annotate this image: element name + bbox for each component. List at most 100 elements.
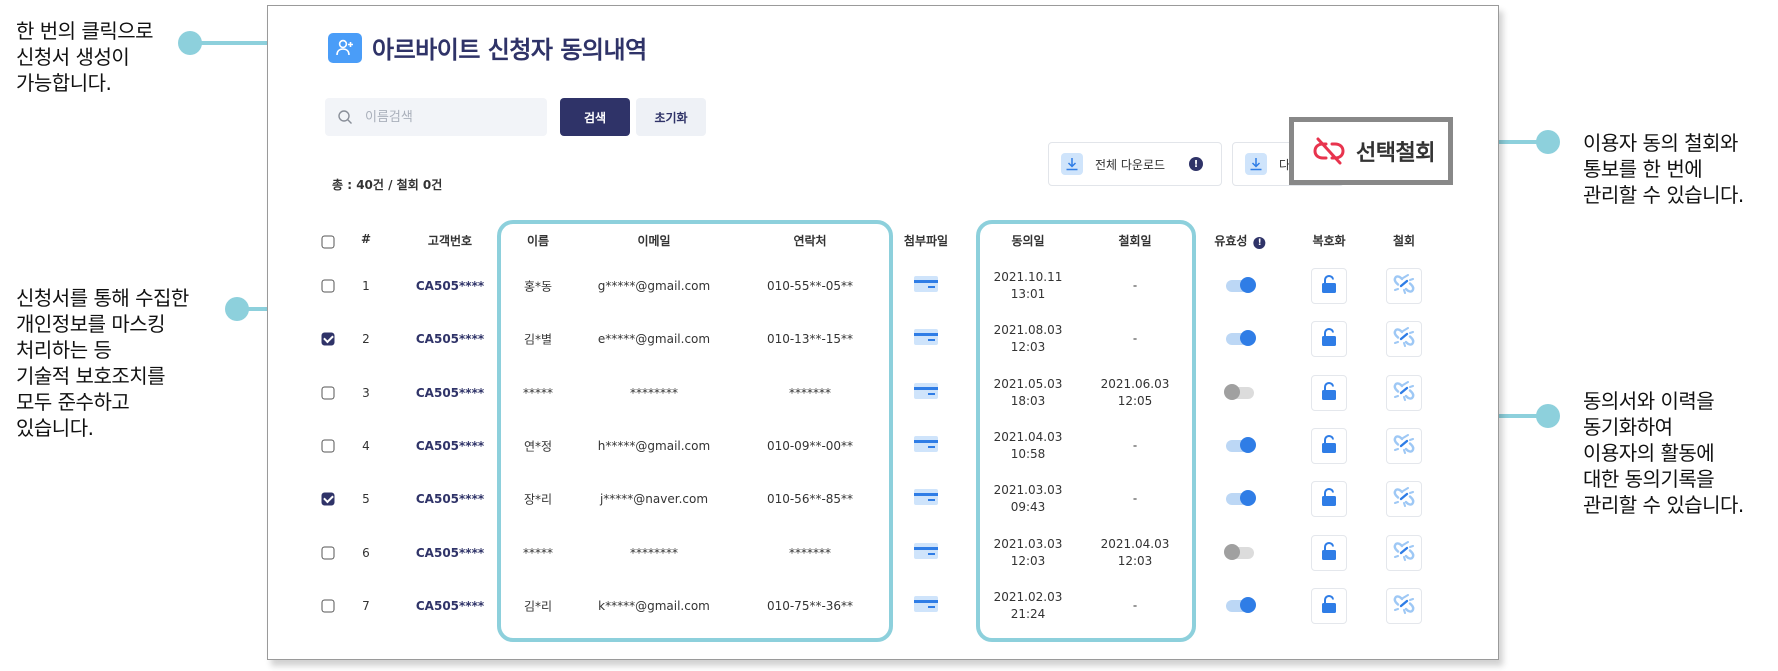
consent-time-text: 09:43 [1010, 500, 1046, 515]
search-input[interactable] [363, 108, 527, 126]
withdraw-date-text: 2021.04.03 [1100, 536, 1170, 551]
row-phone: 010-09**-00** [766, 438, 854, 453]
row-customer-no[interactable]: CA505**** [416, 386, 484, 400]
row-num: 1 [362, 279, 370, 293]
row-consent-date: 2021.08.03 12:03 [994, 322, 1063, 356]
row-checkbox[interactable] [321, 599, 335, 613]
header-validity-label: 유효성 [1214, 234, 1248, 248]
withdraw-button[interactable] [1386, 481, 1422, 518]
search-button[interactable]: 검색 [560, 98, 630, 136]
unlink-icon [1393, 486, 1415, 512]
attachment-card-icon[interactable] [913, 435, 939, 457]
consent-date-text: 2021.02.03 [993, 589, 1063, 604]
withdraw-button[interactable] [1386, 427, 1422, 464]
decrypt-button[interactable] [1311, 534, 1347, 571]
row-checkbox[interactable] [321, 546, 335, 559]
row-email: k*****@gmail.com [598, 598, 710, 613]
attachment-card-icon[interactable] [913, 488, 939, 510]
page-title-text: 아르바이트 신청자 동의내역 [372, 36, 647, 64]
validity-toggle[interactable] [1226, 330, 1256, 347]
withdraw-button[interactable] [1386, 374, 1422, 411]
row-checkbox[interactable] [321, 279, 335, 293]
app-window: 아르바이트 신청자 동의내역 검색 초기화 전체 다운로드 ! 다 선택철회 총… [267, 5, 1499, 660]
attachment-card-icon[interactable] [913, 275, 939, 297]
row-phone: 010-56**-85** [766, 492, 854, 507]
unlock-icon [1319, 327, 1339, 351]
attachment-card-icon[interactable] [913, 595, 939, 617]
row-customer-no[interactable]: CA505**** [416, 439, 484, 453]
row-checkbox[interactable] [321, 386, 335, 400]
header-email: 이메일 [637, 234, 671, 248]
row-phone: 010-55**-05** [766, 279, 854, 293]
note-top-left: 한 번의 클릭으로 신청서 생성이 가능합니다. [16, 19, 154, 95]
decrypt-button[interactable] [1311, 481, 1347, 518]
withdraw-button[interactable] [1386, 534, 1422, 571]
download-all-button[interactable]: 전체 다운로드 ! [1048, 142, 1222, 186]
row-checkbox[interactable] [321, 439, 335, 453]
decrypt-button[interactable] [1311, 321, 1347, 358]
unlock-icon [1319, 487, 1339, 511]
validity-toggle[interactable] [1226, 436, 1256, 453]
decrypt-button[interactable] [1311, 587, 1347, 624]
row-customer-no[interactable]: CA505**** [416, 599, 484, 613]
consent-date-text: 2021.08.03 [993, 323, 1063, 338]
info-icon: ! [1253, 237, 1266, 249]
validity-toggle[interactable] [1226, 596, 1256, 613]
unlink-icon [1393, 380, 1415, 406]
download-icon [1061, 153, 1083, 175]
selected-withdraw-button[interactable]: 선택철회 [1289, 117, 1453, 185]
row-withdraw-date: - [1133, 437, 1137, 454]
withdraw-date-text: 2021.06.03 [1100, 376, 1170, 391]
withdraw-button[interactable] [1386, 587, 1422, 624]
row-consent-date: 2021.02.03 21:24 [994, 589, 1063, 623]
toggle-knob [1224, 543, 1240, 560]
toggle-knob [1240, 490, 1256, 507]
validity-toggle[interactable] [1224, 383, 1254, 400]
row-num: 6 [362, 545, 370, 560]
decrypt-button[interactable] [1311, 268, 1347, 304]
reset-button[interactable]: 초기화 [636, 98, 706, 136]
validity-toggle[interactable] [1226, 277, 1256, 293]
page-title: 아르바이트 신청자 동의내역 [328, 30, 647, 65]
row-email: e*****@gmail.com [597, 332, 711, 347]
download-all-label: 전체 다운로드 [1095, 157, 1166, 172]
decrypt-button[interactable] [1311, 427, 1347, 464]
unlock-icon [1319, 434, 1339, 458]
row-email: ******** [630, 385, 678, 400]
validity-toggle[interactable] [1224, 543, 1254, 560]
user-add-icon [328, 32, 362, 63]
withdraw-button[interactable] [1386, 321, 1422, 358]
total-count: 총 : 40건 / 철회 0건 [332, 178, 443, 192]
select-all-checkbox[interactable] [321, 235, 335, 249]
row-name: 홍*동 [523, 279, 553, 294]
withdraw-button[interactable] [1386, 268, 1422, 304]
row-customer-no[interactable]: CA505**** [416, 279, 484, 293]
toggle-knob [1240, 277, 1256, 293]
withdraw-time-text: 12:03 [1117, 553, 1153, 568]
attachment-card-icon[interactable] [913, 328, 939, 350]
withdraw-date-text: - [1132, 598, 1138, 613]
row-customer-no[interactable]: CA505**** [416, 546, 484, 560]
row-checkbox[interactable] [321, 332, 335, 346]
row-email: j*****@naver.com [599, 492, 709, 507]
validity-toggle[interactable] [1226, 490, 1256, 507]
connector-dot-mid-right [1536, 404, 1560, 428]
attachment-card-icon[interactable] [913, 542, 939, 564]
row-customer-no[interactable]: CA505**** [416, 492, 484, 506]
row-withdraw-date: - [1133, 331, 1137, 348]
row-consent-date: 2021.05.03 18:03 [994, 376, 1063, 410]
consent-time-text: 12:03 [1010, 340, 1046, 355]
row-phone: ******* [789, 545, 831, 560]
info-icon: ! [1189, 157, 1204, 171]
consent-date-text: 2021.05.03 [993, 376, 1063, 391]
unlink-icon [1393, 326, 1415, 352]
unlink-icon [1393, 593, 1415, 619]
decrypt-button[interactable] [1311, 374, 1347, 411]
row-customer-no[interactable]: CA505**** [416, 332, 484, 346]
consent-time-text: 12:03 [1010, 553, 1046, 568]
toggle-knob [1240, 436, 1256, 453]
row-withdraw-date: 2021.06.03 12:05 [1101, 376, 1170, 410]
attachment-card-icon[interactable] [913, 382, 939, 404]
header-decrypt: 복호화 [1312, 234, 1346, 248]
row-checkbox[interactable] [321, 492, 335, 506]
